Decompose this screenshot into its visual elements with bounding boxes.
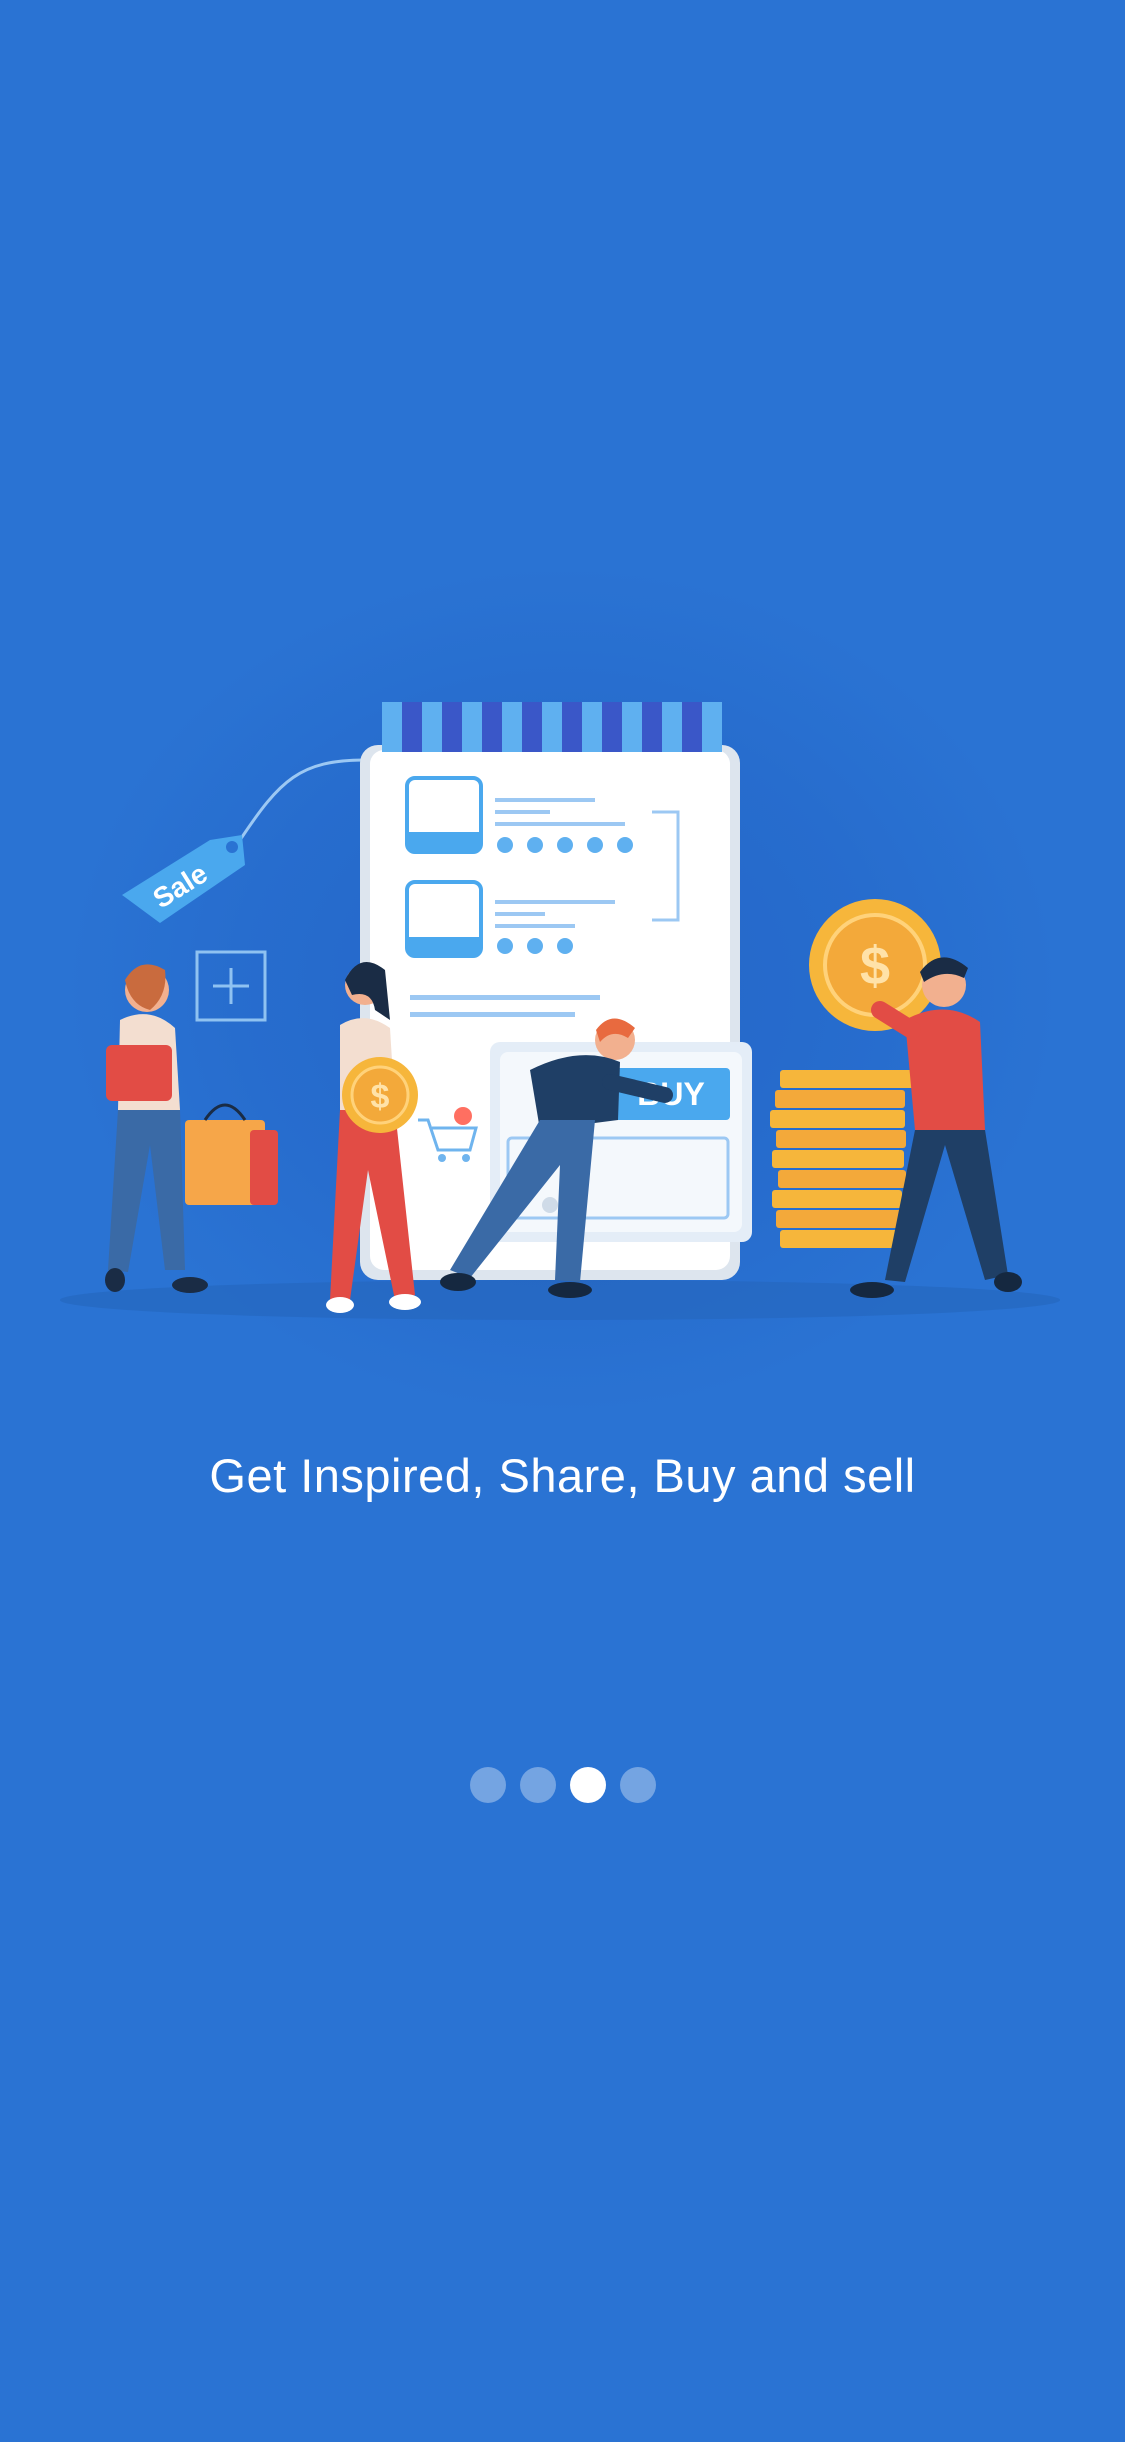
page-indicator [0, 1767, 1125, 1803]
person-with-bags [105, 964, 278, 1293]
shopping-illustration: Sale $ $ [60, 702, 1060, 1320]
page-dot-1[interactable] [469, 1767, 506, 1803]
plus-icon [195, 950, 267, 1022]
page-dot-3[interactable] [569, 1767, 606, 1803]
coin-small-symbol: $ [371, 1078, 390, 1116]
coin-symbol: $ [860, 936, 890, 996]
page-dot-2[interactable] [519, 1767, 556, 1803]
coin-stack [770, 1070, 915, 1248]
sale-tag-icon: Sale [122, 835, 245, 923]
onboarding-screen: Sale $ $ Get Inspired, Share, Buy and se… [0, 0, 1125, 2442]
onboarding-headline: Get Inspired, Share, Buy and sell [209, 1449, 916, 1502]
page-dot-4[interactable] [619, 1767, 656, 1803]
